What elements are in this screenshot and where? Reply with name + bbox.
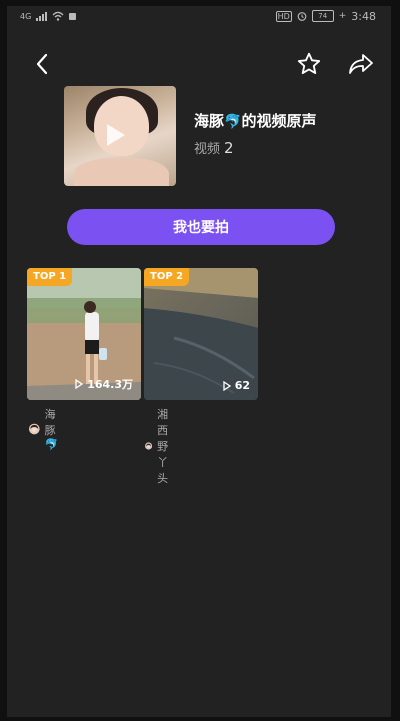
wifi-icon xyxy=(52,11,64,21)
video-card[interactable]: TOP 2 62 xyxy=(144,268,258,400)
sound-title-part1: 海豚 xyxy=(194,112,225,130)
view-count-value: 62 xyxy=(234,379,250,392)
author-name: 湘西野丫头 xyxy=(157,408,169,485)
clock-time: 3:48 xyxy=(351,9,376,23)
avatar xyxy=(29,423,40,434)
star-outline-icon xyxy=(297,52,321,75)
play-outline-icon xyxy=(75,379,84,389)
chevron-left-icon xyxy=(36,53,48,75)
video-card[interactable]: TOP 1 164.3万 xyxy=(27,268,141,400)
charging-icon: + xyxy=(338,11,347,21)
share-arrow-icon xyxy=(349,54,373,74)
notification-icon xyxy=(69,12,77,20)
nfc-icon: HD xyxy=(275,10,292,22)
view-count: 164.3万 xyxy=(75,376,133,392)
sound-cover-image[interactable] xyxy=(64,86,176,186)
alarm-icon xyxy=(297,12,307,21)
avatar xyxy=(145,442,153,450)
battery-level: 74 xyxy=(318,12,328,20)
play-outline-icon xyxy=(223,380,231,391)
sound-title-part2: 的视频原声 xyxy=(241,112,317,130)
sound-title: 海豚🐬的视频原声 xyxy=(194,110,316,131)
video-count-value: 2 xyxy=(224,139,234,157)
video-count: 视频 2 xyxy=(194,138,234,157)
battery-icon: 74 xyxy=(311,10,334,22)
dolphin-emoji-icon: 🐬 xyxy=(224,114,242,130)
carrier-label: 4G xyxy=(20,11,32,21)
author-name: 海豚🐬 xyxy=(45,406,66,451)
video-author[interactable]: 海豚🐬 xyxy=(29,406,66,451)
top-nav-bar xyxy=(0,50,400,78)
view-count-value: 164.3万 xyxy=(87,378,133,391)
status-bar: 4G HD 74 + 3:48 xyxy=(20,8,376,24)
signal-icon xyxy=(36,11,48,21)
rank-badge: TOP 1 xyxy=(27,268,73,286)
dolphin-emoji-icon: 🐬 xyxy=(44,438,59,451)
video-count-label: 视频 xyxy=(194,142,221,157)
rank-badge: TOP 2 xyxy=(144,268,190,286)
back-button[interactable] xyxy=(28,50,56,78)
video-author[interactable]: 湘西野丫头 xyxy=(145,406,179,486)
view-count: 62 xyxy=(223,379,250,392)
cover-shoulder xyxy=(74,158,169,186)
play-icon xyxy=(107,124,125,146)
share-button[interactable] xyxy=(347,50,375,78)
sound-header: 海豚🐬的视频原声 视频 2 xyxy=(64,86,370,186)
author-name-text: 海豚 xyxy=(44,408,56,437)
shoot-same-button[interactable]: 我也要拍 xyxy=(67,209,335,245)
favorite-button[interactable] xyxy=(295,50,323,78)
